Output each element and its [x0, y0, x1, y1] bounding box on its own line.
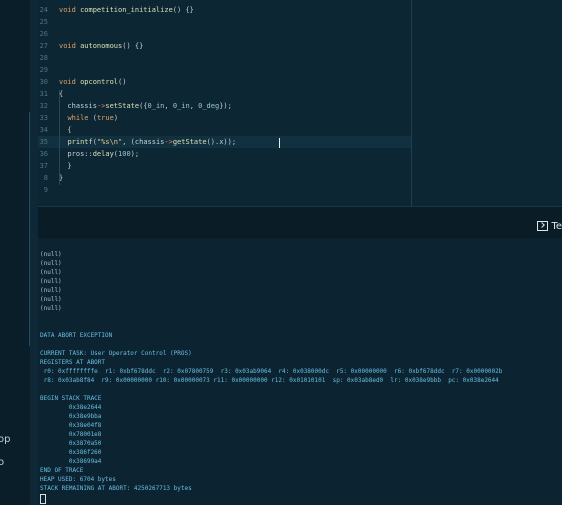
terminal-line: DATA ABORT EXCEPTION [40, 332, 113, 339]
sidebar-label-bottom: o [0, 457, 5, 468]
terminal-line: REGISTERS AT ABORT [40, 359, 106, 366]
terminal-line: (null) [40, 278, 62, 285]
line-number: 8 [43, 174, 48, 182]
terminal-line: END OF TRACE [40, 467, 84, 474]
code-text: } [59, 162, 72, 170]
line-number: 37 [39, 162, 48, 170]
code-line[interactable]: 26 [38, 28, 411, 40]
line-number: 25 [39, 18, 48, 26]
code-line[interactable]: 24 void competition_initialize() {} [38, 4, 411, 16]
line-number: 30 [39, 78, 48, 86]
terminal-line: 0x78001e8 [40, 431, 102, 438]
code-line[interactable]: 27 void autonomous() {} [38, 40, 411, 52]
code-text: pros::delay(100); [59, 150, 140, 158]
code-line[interactable]: 31 { [38, 88, 411, 100]
code-line[interactable]: 36 pros::delay(100); [38, 148, 411, 160]
line-number: 24 [39, 6, 48, 14]
terminal-line: (null) [40, 269, 62, 276]
code-text: void competition_initialize() {} [59, 6, 194, 14]
editor-side-panel [411, 0, 562, 207]
line-number: 34 [39, 126, 48, 134]
terminal-line: (null) [40, 305, 62, 312]
line-number: 36 [39, 150, 48, 158]
line-number: 31 [39, 90, 48, 98]
code-text: printf("%s\n", (chassis->getState().x)); [67, 138, 237, 146]
terminal-line: 0x38e2644 [40, 404, 102, 411]
terminal-line: r8: 0x03ab8f84 r9: 0x00000000 r10: 0x000… [40, 377, 499, 384]
terminal-tab-label: Te [551, 220, 562, 232]
editor-code-area[interactable]: 24 void competition_initialize() {} 25 26 27… [38, 0, 411, 207]
line-number: 35 [39, 138, 48, 146]
terminal-line: STACK REMAINING AT ABORT: 4250267713 byt… [40, 485, 192, 492]
code-line[interactable]: 8} [38, 172, 411, 184]
code-line[interactable]: 32 chassis->setState({0_in, 0_in, 0_deg}… [38, 100, 411, 112]
code-line[interactable]: 35 printf("%s\n", (chassis->getState().x… [38, 136, 411, 148]
terminal-line: 0x38699a4 [40, 458, 102, 465]
line-number: 27 [39, 42, 48, 50]
terminal-line: (null) [40, 296, 62, 303]
sidebar-label-top: op [0, 434, 11, 445]
code-text: { [59, 90, 64, 98]
code-line[interactable]: 29 [38, 64, 411, 76]
terminal-line: 0x38e9bba [40, 413, 102, 420]
code-line[interactable]: 9 [38, 184, 411, 196]
code-text: void autonomous() {} [59, 42, 144, 50]
line-number: 26 [39, 30, 48, 38]
line-number: 29 [39, 66, 48, 74]
terminal-line: 0x3870a50 [40, 440, 102, 447]
terminal-line: 0x386f260 [40, 449, 102, 456]
line-number: 28 [39, 54, 48, 62]
terminal-line: r0: 0xffffffffe r1: 0xbf678ddc r2: 0x078… [40, 368, 503, 375]
code-line[interactable]: 34 { [38, 124, 411, 136]
terminal-line: CURRENT TASK: User Operator Control (PRO… [40, 350, 192, 357]
line-number: 32 [39, 102, 48, 110]
code-line[interactable]: 28 [38, 52, 411, 64]
terminal-line: (null) [40, 260, 62, 267]
terminal-output[interactable]: (null) (null) (null) (null) (null) (null) (nul… [38, 238, 562, 505]
side-pane-strip [30, 0, 38, 505]
code-line[interactable]: 37 } [38, 160, 411, 172]
code-editor[interactable]: 24 void competition_initialize() {} 25 26 27… [38, 0, 562, 207]
code-text: while (true) [67, 114, 119, 122]
terminal-line: (null) [40, 251, 62, 258]
text-cursor [279, 138, 280, 148]
code-line[interactable]: 25 [38, 16, 411, 28]
terminal-line: 0x38e04f8 [40, 422, 102, 429]
line-number: 33 [39, 114, 48, 122]
line-number: 9 [43, 186, 48, 194]
terminal-line: HEAP USED: 6704 bytes [40, 476, 116, 483]
code-text: chassis->setState({0_in, 0_in, 0_deg}); [59, 102, 232, 110]
code-line[interactable]: 30 void opcontrol() [38, 76, 411, 88]
terminal-cursor [40, 494, 46, 504]
activity-bar: op o [0, 0, 30, 505]
code-text: void opcontrol() [59, 78, 127, 86]
code-text: { [59, 126, 72, 134]
terminal-line: BEGIN STACK TRACE [40, 395, 102, 402]
tab-terminal[interactable]: Te [537, 218, 562, 234]
code-text: } [59, 174, 64, 182]
terminal-icon [537, 221, 549, 231]
code-line[interactable]: 33 while (true) [38, 112, 411, 124]
panel-header: Te [38, 207, 562, 238]
terminal-line: (null) [40, 287, 62, 294]
